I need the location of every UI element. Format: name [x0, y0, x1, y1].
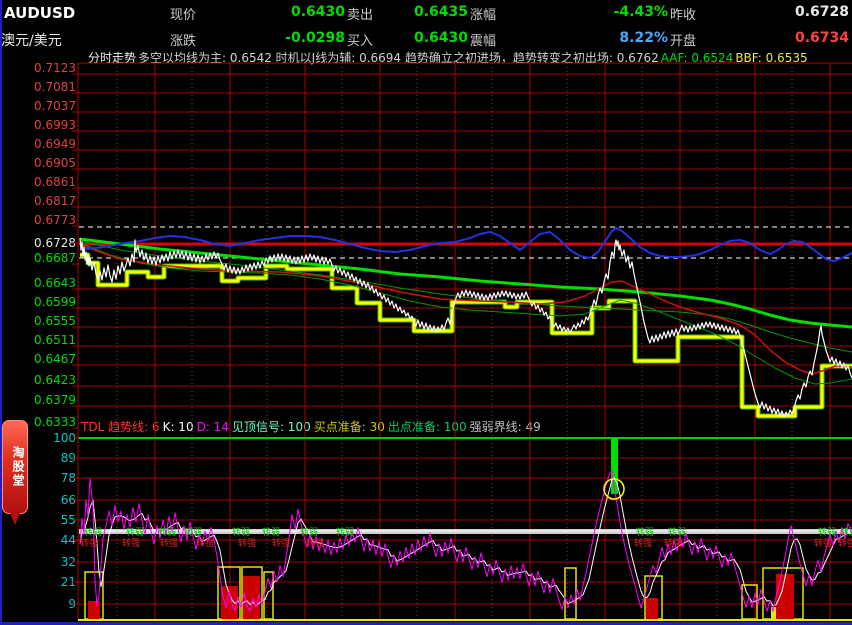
turn-strong-label: 转强	[122, 537, 140, 549]
red-histogram	[646, 598, 658, 619]
turn-weak-label: 转弱	[126, 526, 144, 538]
turn-weak-label: 转弱	[158, 526, 176, 538]
turn-strong-label: 转强	[814, 537, 832, 549]
turn-strong-label: 转强	[80, 537, 98, 549]
turn-weak-label: 转弱	[668, 526, 686, 538]
turn-weak-label: 转弱	[336, 526, 354, 538]
turn-weak-label: 转弱	[300, 526, 318, 538]
y-axis-label: 0.6773	[34, 213, 76, 227]
y-axis-label: 0.6423	[34, 373, 76, 387]
y-axis-label: 0.6511	[34, 333, 76, 347]
y-axis-label: 0.6379	[34, 393, 76, 407]
turn-weak-label: 转弱	[262, 526, 280, 538]
turn-strong-label: 转强	[838, 537, 852, 549]
y-axis-label: 0.6599	[34, 295, 76, 309]
chart-canvas[interactable]: 转弱转弱转弱转弱转弱转弱转弱转弱转弱转弱转弱转弱转强转强转强转强转强转强转强转强…	[0, 0, 852, 625]
y-axis-label: 0.6949	[34, 137, 76, 151]
y-axis-label: 0.6993	[34, 118, 76, 132]
turn-weak-label: 转弱	[84, 526, 102, 538]
turn-strong-label: 转强	[238, 537, 256, 549]
y-axis-label: 0.6687	[34, 251, 76, 265]
y-axis-label: 0.6555	[34, 314, 76, 328]
y-axis-label: 0.6905	[34, 156, 76, 170]
window-left-border	[0, 0, 2, 625]
y-axis-label: 0.7037	[34, 99, 76, 113]
side-tab-taogutang[interactable]: 淘股堂	[2, 420, 28, 525]
red-histogram	[776, 574, 794, 619]
y-axis-label: 0.6467	[34, 352, 76, 366]
turn-strong-label: 转强	[306, 537, 324, 549]
y-axis-label: 0.6333	[34, 415, 76, 429]
red-histogram	[88, 601, 100, 619]
turn-strong-label: 转强	[664, 537, 682, 549]
turn-strong-label: 转强	[196, 537, 214, 549]
trading-terminal-window: { "quote_bar": { "symbol_code": "AUDUSD"…	[0, 0, 852, 625]
ma-slow	[79, 237, 852, 329]
turn-strong-label: 转强	[272, 537, 290, 549]
turn-weak-label: 转弱	[636, 526, 654, 538]
y-axis-label: 0.6861	[34, 175, 76, 189]
turn-weak-label: 转弱	[840, 526, 852, 538]
turn-strong-label: 转强	[634, 537, 652, 549]
turn-strong-label: 转强	[160, 537, 178, 549]
y-axis-label: 0.7081	[34, 80, 76, 94]
turn-weak-label: 转弱	[184, 526, 202, 538]
turn-weak-label: 转弱	[232, 526, 250, 538]
y-axis-label: 0.7123	[34, 61, 76, 75]
y-axis-label: 0.6817	[34, 194, 76, 208]
y-axis-label: 0.6643	[34, 276, 76, 290]
turn-weak-label: 转弱	[818, 526, 836, 538]
y-axis-label-prevclose: 0.6728	[34, 236, 76, 250]
